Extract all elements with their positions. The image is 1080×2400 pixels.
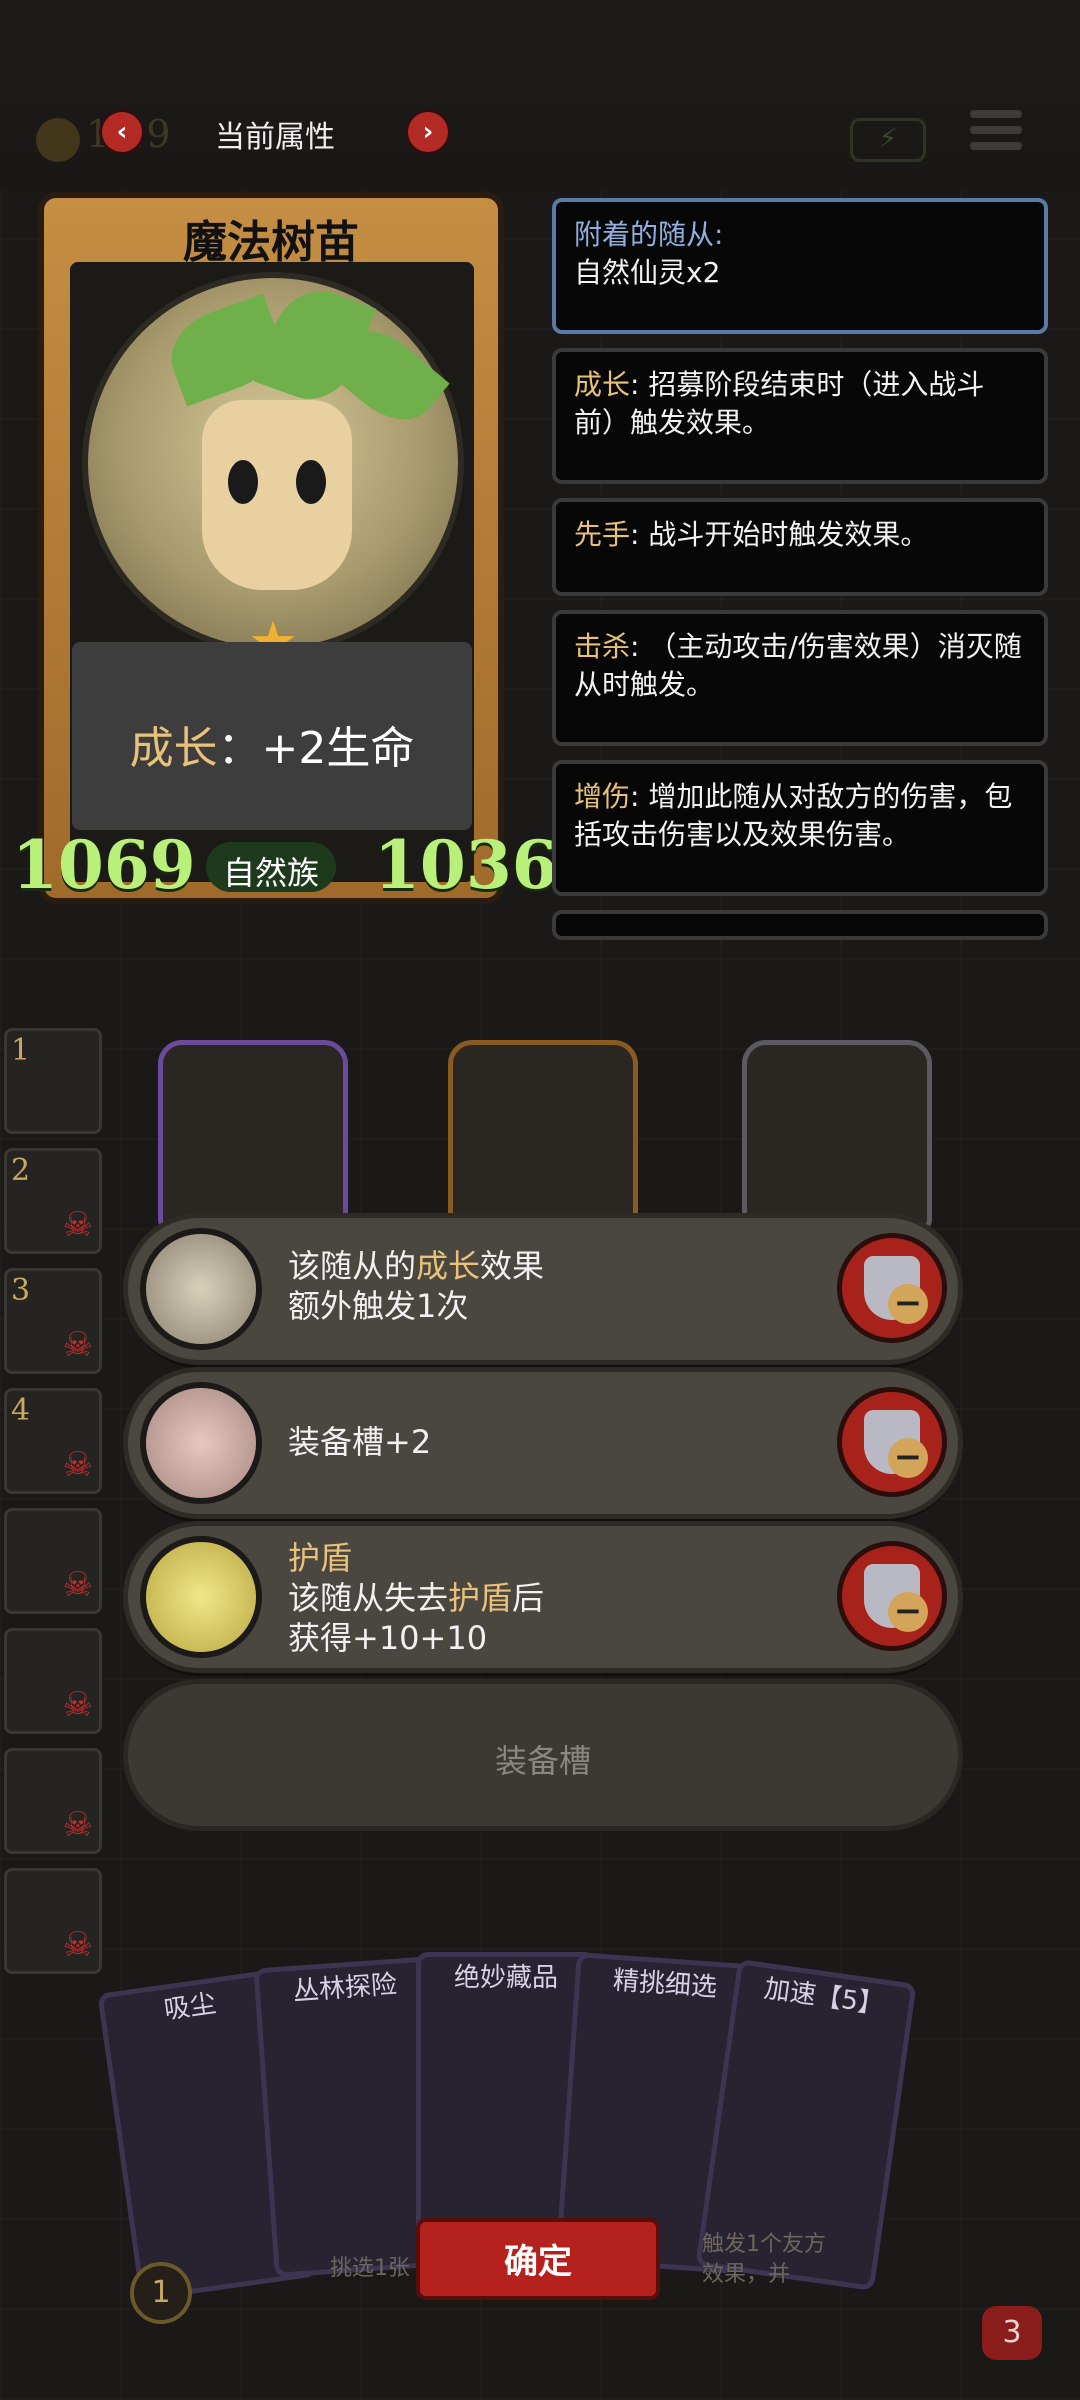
hand-hint-left: 挑选1张: [330, 2256, 410, 2281]
minus-icon: −: [888, 1438, 928, 1478]
info-damage-boost: 增伤: 增加此随从对敌方的伤害，包括攻击伤害以及效果伤害。: [552, 760, 1048, 896]
opponent-slot[interactable]: ☠: [4, 1628, 102, 1734]
info-kill: 击杀: （主动攻击/伤害效果）消灭随从时触发。: [552, 610, 1048, 746]
hand-hint-right-2: 效果，并: [702, 2262, 791, 2287]
full-moon-icon: [146, 1542, 256, 1652]
prev-arrow-button[interactable]: ‹: [102, 112, 142, 152]
info-panel-partial: [552, 910, 1048, 940]
opponent-slot[interactable]: ☠: [4, 1748, 102, 1854]
empty-slot-label: 装备槽: [494, 1742, 591, 1780]
skull-icon: ☠: [62, 1325, 93, 1365]
skull-icon: ☠: [62, 1925, 93, 1965]
hero-tribe: 自然族: [222, 854, 319, 892]
minus-icon: −: [888, 1592, 928, 1632]
remove-equipment-button[interactable]: −: [842, 1238, 942, 1338]
skull-icon: ☠: [62, 1685, 93, 1725]
opponent-slot[interactable]: ☠: [4, 1508, 102, 1614]
hero-effect-text: 成长：+2生命: [129, 723, 415, 774]
remove-equipment-button[interactable]: −: [842, 1392, 942, 1492]
board-minion[interactable]: [742, 1040, 932, 1230]
equipment-desc: 该随从的成长效果 额外触发1次: [288, 1247, 545, 1325]
opponent-slot[interactable]: 1: [4, 1028, 102, 1134]
info-first-strike: 先手: 战斗开始时触发效果。: [552, 498, 1048, 596]
opponent-slot[interactable]: 4 ☠: [4, 1388, 102, 1494]
hand-hint-right: 触发1个友方: [702, 2232, 826, 2257]
skull-icon: ☠: [62, 1565, 93, 1605]
page-title: 当前属性: [215, 120, 335, 155]
skull-icon: ☠: [62, 1205, 93, 1245]
skull-icon: ☠: [62, 1805, 93, 1845]
hero-card-name: 魔法树苗: [183, 217, 359, 268]
speed-toggle-icon[interactable]: ⚡: [850, 118, 926, 162]
opponent-slot[interactable]: 3 ☠: [4, 1268, 102, 1374]
equipment-desc: 装备槽+2: [288, 1423, 432, 1461]
opponent-slot[interactable]: ☠: [4, 1868, 102, 1974]
eye-icon: [296, 460, 326, 504]
opponent-list: 1 2 ☠ 3 ☠ 4 ☠ ☠ ☠ ☠ ☠: [4, 1028, 102, 1974]
hero-health: 1036: [374, 826, 558, 904]
menu-icon[interactable]: [970, 110, 1022, 160]
hand-card-title: 绝妙藏品: [453, 1963, 558, 1993]
remove-equipment-button[interactable]: −: [842, 1546, 942, 1646]
lives-heart-icon: 3: [982, 2306, 1042, 2360]
piggy-bank-icon: [146, 1388, 256, 1498]
hand-card-title: 精挑细选: [612, 1965, 718, 2003]
board-minion[interactable]: [448, 1040, 638, 1230]
hand-card-title: 丛林探险: [292, 1969, 398, 2007]
gold-coin-icon: [36, 118, 80, 162]
eye-icon: [228, 460, 258, 504]
confirm-label: 确定: [504, 2242, 572, 2282]
tavern-level-badge: 1: [130, 2262, 192, 2324]
hero-attack: 1069: [12, 826, 196, 904]
stopwatch-glove-icon: [146, 1234, 256, 1344]
board-minion[interactable]: [158, 1040, 348, 1230]
skull-icon: ☠: [62, 1445, 93, 1485]
opponent-slot[interactable]: 2 ☠: [4, 1148, 102, 1254]
next-arrow-button[interactable]: ›: [408, 112, 448, 152]
info-attached-minions: 附着的随从: 自然仙灵x2: [552, 198, 1048, 334]
minus-icon: −: [888, 1284, 928, 1324]
sapling-face: [202, 400, 352, 590]
equipment-desc: 护盾 该随从失去护盾后 获得+10+10: [288, 1539, 545, 1657]
info-growth: 成长: 招募阶段结束时（进入战斗前）触发效果。: [552, 348, 1048, 484]
